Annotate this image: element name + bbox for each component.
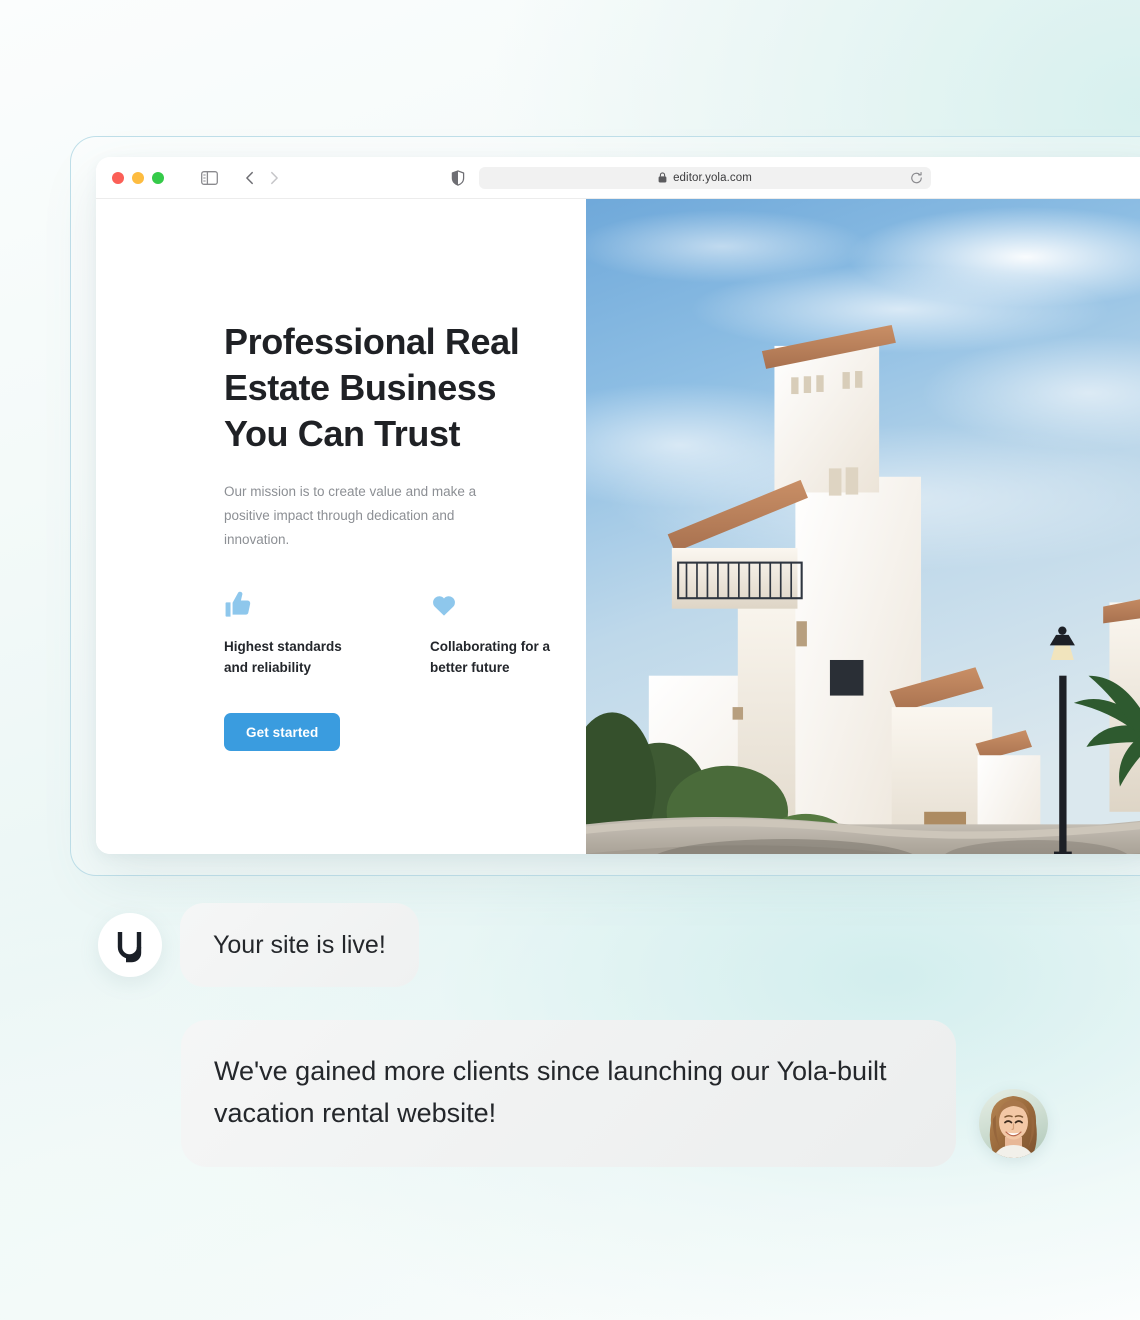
chat-message-row-yola: Your site is live!	[98, 903, 419, 987]
address-bar-url: editor.yola.com	[673, 171, 752, 184]
yola-y-logo-icon	[117, 932, 142, 963]
hero-subtitle: Our mission is to create value and make …	[224, 484, 477, 547]
browser-window: editor.yola.com Professional Real Estate…	[96, 157, 1140, 854]
reload-button[interactable]	[910, 171, 923, 184]
page-root: editor.yola.com Professional Real Estate…	[0, 0, 1140, 1320]
customer-avatar-photo	[979, 1089, 1048, 1158]
zoom-window-button[interactable]	[152, 171, 164, 184]
hero-feature-list: Highest standards and reliability Collab…	[224, 587, 586, 678]
site-preview: Professional Real Estate Business You Ca…	[96, 199, 1140, 854]
hero-text-column: Professional Real Estate Business You Ca…	[96, 199, 586, 854]
close-window-button[interactable]	[112, 171, 124, 184]
villas-street-illustration	[586, 199, 1140, 854]
hero-photo	[586, 199, 1140, 854]
feature-label: Highest standards and reliability	[224, 639, 342, 675]
hero-headline: Professional Real Estate Business You Ca…	[224, 321, 520, 454]
forward-button[interactable]	[266, 170, 282, 186]
sidebar-toggle-icon[interactable]	[201, 170, 218, 185]
feature-item: Collaborating for a better future	[430, 587, 570, 678]
lock-icon	[658, 172, 667, 183]
window-traffic-lights[interactable]	[96, 171, 164, 184]
minimize-window-button[interactable]	[132, 171, 144, 184]
chat-bubble-customer: We've gained more clients since launchin…	[181, 1020, 956, 1167]
address-bar[interactable]: editor.yola.com	[479, 166, 931, 189]
yola-logo-badge	[98, 913, 162, 977]
browser-toolbar: editor.yola.com	[96, 157, 1140, 199]
thumbs-up-icon	[224, 587, 364, 619]
avatar	[979, 1089, 1048, 1158]
navigation-buttons[interactable]	[242, 170, 282, 186]
chat-bubble-yola: Your site is live!	[180, 903, 419, 987]
chat-message-row-customer: We've gained more clients since launchin…	[181, 1020, 1048, 1167]
feature-item: Highest standards and reliability	[224, 587, 364, 678]
get-started-button[interactable]: Get started	[224, 713, 341, 751]
heart-icon	[430, 587, 570, 619]
shield-privacy-icon[interactable]	[451, 169, 465, 186]
feature-label: Collaborating for a better future	[430, 639, 551, 675]
back-button[interactable]	[242, 170, 258, 186]
